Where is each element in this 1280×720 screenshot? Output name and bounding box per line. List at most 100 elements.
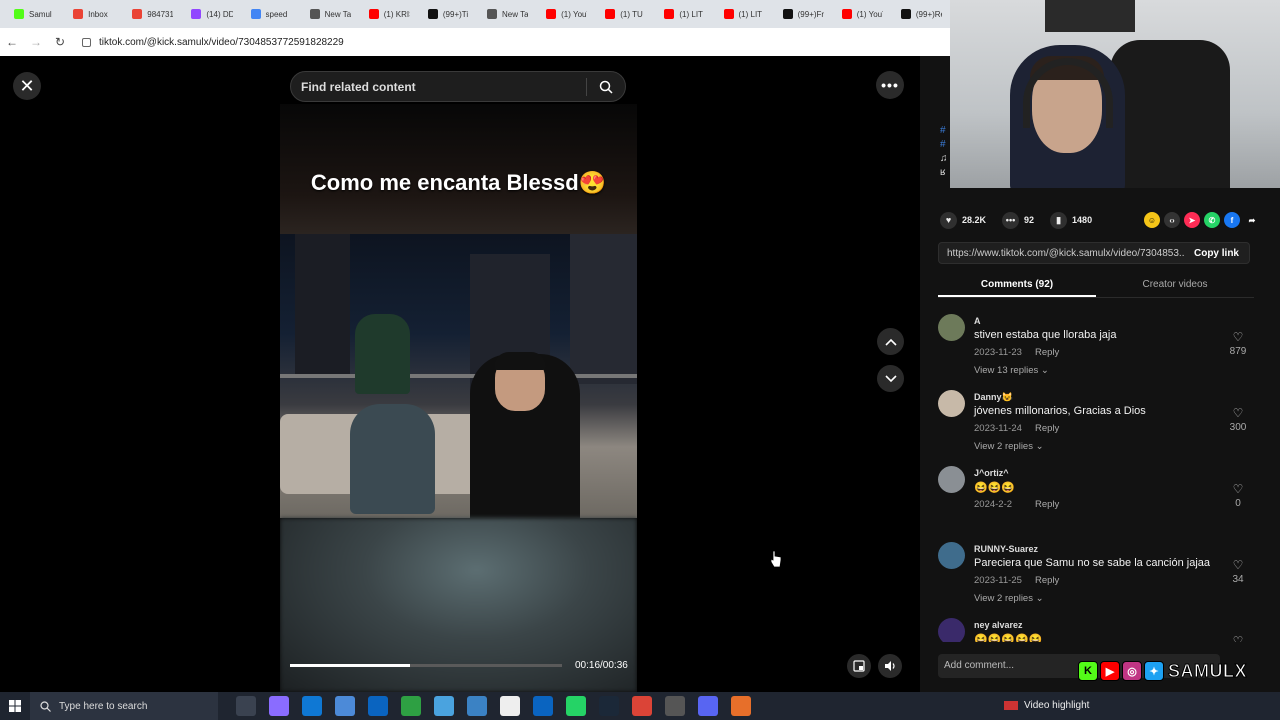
heart-outline-icon: ♡ bbox=[1232, 330, 1244, 344]
browser-tab[interactable]: Samul bbox=[6, 3, 63, 25]
person-standing bbox=[355, 314, 410, 394]
search-icon[interactable] bbox=[587, 80, 625, 94]
share-arrow-icon[interactable]: ➦ bbox=[1244, 212, 1260, 228]
steam-icon[interactable] bbox=[599, 696, 619, 716]
comment-like-button[interactable]: ♡0 bbox=[1224, 634, 1252, 642]
comment-username[interactable]: ney alvarez bbox=[974, 620, 1023, 630]
comment-username[interactable]: J^ortiz^ bbox=[974, 468, 1009, 478]
video-highlight-widget[interactable]: Video highlight bbox=[1004, 700, 1089, 711]
browser-tab[interactable]: (1) LIT bbox=[716, 3, 773, 25]
more-options-button[interactable]: ••• bbox=[876, 71, 904, 99]
back-icon[interactable]: ← bbox=[0, 35, 24, 49]
view-replies-button[interactable]: View 2 replies ⌄ bbox=[974, 441, 1044, 452]
edge-icon[interactable] bbox=[302, 696, 322, 716]
tab-label: (14) DD bbox=[206, 9, 233, 19]
forward-icon[interactable]: → bbox=[24, 35, 48, 49]
browser-tab[interactable]: (99+)Re bbox=[893, 3, 950, 25]
whatsapp-icon[interactable] bbox=[566, 696, 586, 716]
tab-creator-videos[interactable]: Creator videos bbox=[1096, 276, 1254, 297]
tab-label: 984731 bbox=[147, 9, 174, 19]
video-progress-bar[interactable] bbox=[290, 664, 562, 667]
app-icon[interactable] bbox=[467, 696, 487, 716]
browser-tab[interactable]: (1) YouT bbox=[538, 3, 595, 25]
comment-like-button[interactable]: ♡ 34 bbox=[1224, 558, 1252, 585]
windows-start-icon[interactable] bbox=[0, 700, 30, 712]
repost-icon[interactable]: ☺ bbox=[1144, 212, 1160, 228]
avatar[interactable] bbox=[938, 542, 965, 569]
youtube-icon bbox=[841, 9, 852, 19]
browser-tab[interactable]: New Tab bbox=[302, 3, 359, 25]
kick-icon bbox=[14, 9, 24, 19]
search-icon bbox=[40, 700, 51, 712]
browser-tab[interactable]: (1) TU bbox=[597, 3, 654, 25]
avatar[interactable] bbox=[938, 466, 965, 493]
bookmark-icon: ▮ bbox=[1050, 211, 1068, 229]
avatar[interactable] bbox=[938, 314, 965, 341]
outlook-icon[interactable] bbox=[368, 696, 388, 716]
browser-tab[interactable]: (1) LIT bbox=[656, 3, 713, 25]
app-icon[interactable] bbox=[731, 696, 751, 716]
browser-tab[interactable]: speed bbox=[243, 3, 300, 25]
task-view-icon[interactable] bbox=[236, 696, 256, 716]
avatar[interactable] bbox=[938, 618, 965, 642]
reply-button[interactable]: Reply bbox=[1035, 423, 1059, 434]
browser-tab[interactable]: Inbox bbox=[65, 3, 122, 25]
floating-player-button[interactable] bbox=[847, 654, 871, 678]
reply-button[interactable]: Reply bbox=[1035, 499, 1059, 510]
find-related-search[interactable]: Find related content bbox=[290, 71, 626, 102]
flag-icon bbox=[1004, 701, 1018, 710]
view-replies-button[interactable]: View 2 replies ⌄ bbox=[974, 593, 1044, 604]
app-icon[interactable] bbox=[401, 696, 421, 716]
app-icon[interactable] bbox=[434, 696, 454, 716]
copy-link-button[interactable]: Copy link bbox=[1184, 248, 1249, 259]
browser-tab[interactable]: (99+)Ti bbox=[420, 3, 477, 25]
facebook-icon[interactable]: f bbox=[1224, 212, 1240, 228]
comment-item: J^ortiz^ 😆😆😆 2024-2-2 Reply ♡ 0 bbox=[938, 462, 1256, 538]
site-info-icon[interactable] bbox=[82, 37, 91, 47]
comment-like-button[interactable]: ♡ 300 bbox=[1224, 406, 1252, 433]
reply-button[interactable]: Reply bbox=[1035, 575, 1059, 586]
browser-tab[interactable]: (1) YouT bbox=[834, 3, 891, 25]
reload-icon[interactable]: ↻ bbox=[48, 35, 72, 49]
tab-comments[interactable]: Comments (92) bbox=[938, 276, 1096, 297]
search-input[interactable]: Find related content bbox=[291, 80, 586, 94]
comment-username[interactable]: Danny😺 bbox=[974, 392, 1013, 403]
comment-button[interactable]: ••• 92 bbox=[1002, 211, 1034, 229]
browser-tab[interactable]: (99+)Fr bbox=[775, 3, 832, 25]
previous-video-button[interactable] bbox=[877, 328, 904, 355]
video-player[interactable]: Como me encanta Blessd😍 bbox=[280, 104, 637, 692]
embed-icon[interactable]: ‹› bbox=[1164, 212, 1180, 228]
save-button[interactable]: ▮ 1480 bbox=[1050, 211, 1093, 229]
discord-icon[interactable] bbox=[698, 696, 718, 716]
comment-username[interactable]: A bbox=[974, 316, 981, 326]
taskbar-search[interactable]: Type here to search bbox=[30, 692, 218, 720]
whatsapp-icon[interactable]: ✆ bbox=[1204, 212, 1220, 228]
app-icon[interactable] bbox=[335, 696, 355, 716]
chrome-icon[interactable] bbox=[632, 696, 652, 716]
like-button[interactable]: ♥ 28.2K bbox=[940, 211, 986, 229]
view-replies-button[interactable]: View 13 replies ⌄ bbox=[974, 365, 1049, 376]
save-count: 1480 bbox=[1072, 215, 1093, 225]
comment-username[interactable]: RUNNY-Suarez bbox=[974, 544, 1038, 554]
comment-like-button[interactable]: ♡ 879 bbox=[1224, 330, 1252, 357]
file-icon[interactable] bbox=[500, 696, 520, 716]
browser-tab[interactable]: New Tab bbox=[479, 3, 536, 25]
comment-like-button[interactable]: ♡0 bbox=[1224, 482, 1252, 509]
share-link-text[interactable]: https://www.tiktok.com/@kick.samulx/vide… bbox=[939, 248, 1184, 259]
copilot-icon[interactable] bbox=[269, 696, 289, 716]
browser-tab[interactable]: (1) KRIS bbox=[361, 3, 418, 25]
app-icon[interactable] bbox=[533, 696, 553, 716]
app-icon[interactable] bbox=[665, 696, 685, 716]
reply-button[interactable]: Reply bbox=[1035, 347, 1059, 358]
browser-tab[interactable]: 984731 bbox=[124, 3, 181, 25]
url-field[interactable]: tiktok.com/@kick.samulx/video/7304853772… bbox=[82, 37, 344, 48]
volume-button[interactable] bbox=[878, 654, 902, 678]
tab-label: speed bbox=[265, 9, 288, 19]
close-button[interactable]: ✕ bbox=[13, 72, 41, 100]
comment-text: jóvenes millonarios, Gracias a Dios bbox=[974, 405, 1146, 417]
avatar[interactable] bbox=[938, 390, 965, 417]
kick-icon: K bbox=[1078, 661, 1098, 681]
browser-tab[interactable]: (14) DD bbox=[183, 3, 240, 25]
next-video-button[interactable] bbox=[877, 365, 904, 392]
send-icon[interactable]: ➤ bbox=[1184, 212, 1200, 228]
